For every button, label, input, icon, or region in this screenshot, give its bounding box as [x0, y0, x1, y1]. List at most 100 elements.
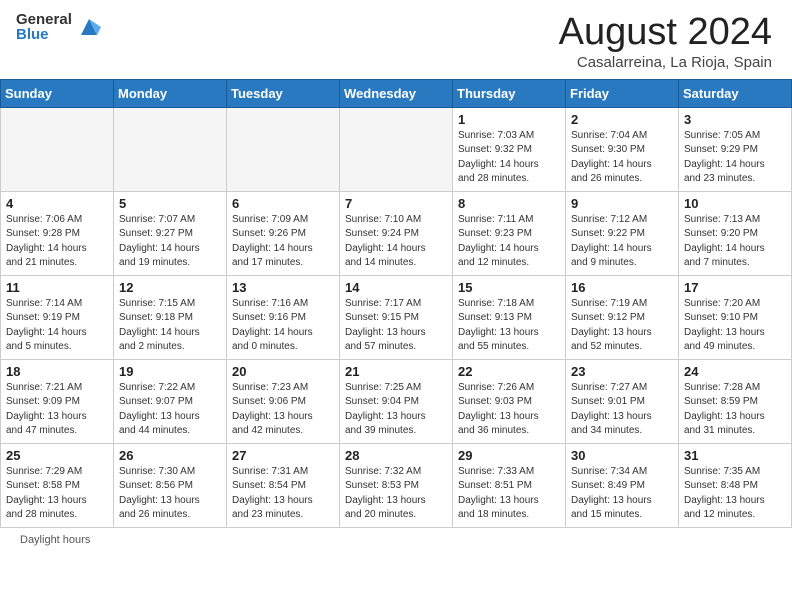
calendar-week-row: 4Sunrise: 7:06 AM Sunset: 9:28 PM Daylig… [1, 191, 792, 275]
day-info: Sunrise: 7:10 AM Sunset: 9:24 PM Dayligh… [345, 213, 447, 271]
calendar-cell: 28 Sunrise: 7:32 AM Sunset: 8:53 PM Dayli… [340, 443, 453, 527]
logo-blue: Blue [16, 27, 72, 42]
calendar-cell: 31Sunrise: 7:35 AM Sunset: 8:48 PM Dayli… [679, 443, 792, 527]
title-block: August 2024 Casalarreina, La Rioja, Spai… [559, 12, 772, 71]
day-number: 20 [232, 364, 334, 379]
logo: General Blue [16, 12, 103, 42]
calendar-cell: 1Sunrise: 7:03 AM Sunset: 9:32 PM Daylig… [453, 107, 566, 191]
day-info: Sunrise: 7:25 AM Sunset: 9:04 PM Dayligh… [345, 381, 447, 439]
location: Casalarreina, La Rioja, Spain [559, 54, 772, 71]
calendar-cell: 4Sunrise: 7:06 AM Sunset: 9:28 PM Daylig… [1, 191, 114, 275]
page-container: General Blue August 2024 Casalarreina, L… [0, 0, 792, 612]
weekday-header: Friday [566, 79, 679, 107]
day-number: 15 [458, 280, 560, 295]
calendar-cell: 5 Sunrise: 7:07 AM Sunset: 9:27 PM Daylig… [114, 191, 227, 275]
day-number: 14 [345, 280, 447, 295]
calendar-cell: 12 Sunrise: 7:15 AM Sunset: 9:18 PM Dayli… [114, 275, 227, 359]
day-info: Sunrise: 7:20 AM Sunset: 9:10 PM Dayligh… [684, 297, 786, 355]
day-info: Sunrise: 7:28 AM Sunset: 8:59 PM Dayligh… [684, 381, 786, 439]
calendar-cell: 18Sunrise: 7:21 AM Sunset: 9:09 PM Dayli… [1, 359, 114, 443]
day-number: 29 [458, 448, 560, 463]
day-number: 27 [232, 448, 334, 463]
day-info: Sunrise: 7:29 AM Sunset: 8:58 PM Dayligh… [6, 465, 108, 523]
day-info: Sunrise: 7:35 AM Sunset: 8:48 PM Dayligh… [684, 465, 786, 523]
weekday-header: Thursday [453, 79, 566, 107]
day-info: Sunrise: 7:11 AM Sunset: 9:23 PM Dayligh… [458, 213, 560, 271]
calendar-cell: 2 Sunrise: 7:04 AM Sunset: 9:30 PM Daylig… [566, 107, 679, 191]
day-info: Sunrise: 7:33 AM Sunset: 8:51 PM Dayligh… [458, 465, 560, 523]
day-number: 8 [458, 196, 560, 211]
day-info: Sunrise: 7:07 AM Sunset: 9:27 PM Dayligh… [119, 213, 221, 271]
day-number: 28 [345, 448, 447, 463]
day-number: 19 [119, 364, 221, 379]
day-number: 9 [571, 196, 673, 211]
calendar-cell: 3Sunrise: 7:05 AM Sunset: 9:29 PM Daylig… [679, 107, 792, 191]
day-number: 10 [684, 196, 786, 211]
day-info: Sunrise: 7:23 AM Sunset: 9:06 PM Dayligh… [232, 381, 334, 439]
day-info: Sunrise: 7:19 AM Sunset: 9:12 PM Dayligh… [571, 297, 673, 355]
calendar-week-row: 25 Sunrise: 7:29 AM Sunset: 8:58 PM Dayli… [1, 443, 792, 527]
calendar-cell: 8 Sunrise: 7:11 AM Sunset: 9:23 PM Daylig… [453, 191, 566, 275]
weekday-header: Tuesday [227, 79, 340, 107]
calendar-cell: 16Sunrise: 7:19 AM Sunset: 9:12 PM Dayli… [566, 275, 679, 359]
day-info: Sunrise: 7:17 AM Sunset: 9:15 PM Dayligh… [345, 297, 447, 355]
logo-general: General [16, 12, 72, 27]
calendar-cell: 23 Sunrise: 7:27 AM Sunset: 9:01 PM Dayli… [566, 359, 679, 443]
day-info: Sunrise: 7:14 AM Sunset: 9:19 PM Dayligh… [6, 297, 108, 355]
calendar-cell: 6 Sunrise: 7:09 AM Sunset: 9:26 PM Daylig… [227, 191, 340, 275]
day-number: 5 [119, 196, 221, 211]
day-number: 3 [684, 112, 786, 127]
calendar-cell [1, 107, 114, 191]
day-info: Sunrise: 7:30 AM Sunset: 8:56 PM Dayligh… [119, 465, 221, 523]
calendar-cell: 15 Sunrise: 7:18 AM Sunset: 9:13 PM Dayli… [453, 275, 566, 359]
day-number: 25 [6, 448, 108, 463]
calendar-cell [114, 107, 227, 191]
weekday-header: Monday [114, 79, 227, 107]
calendar-week-row: 18Sunrise: 7:21 AM Sunset: 9:09 PM Dayli… [1, 359, 792, 443]
weekday-header-row: SundayMondayTuesdayWednesdayThursdayFrid… [1, 79, 792, 107]
day-number: 2 [571, 112, 673, 127]
day-number: 24 [684, 364, 786, 379]
day-number: 17 [684, 280, 786, 295]
calendar-cell: 20 Sunrise: 7:23 AM Sunset: 9:06 PM Dayli… [227, 359, 340, 443]
day-number: 11 [6, 280, 108, 295]
day-info: Sunrise: 7:32 AM Sunset: 8:53 PM Dayligh… [345, 465, 447, 523]
day-number: 6 [232, 196, 334, 211]
header: General Blue August 2024 Casalarreina, L… [0, 0, 792, 79]
day-info: Sunrise: 7:15 AM Sunset: 9:18 PM Dayligh… [119, 297, 221, 355]
calendar-week-row: 11 Sunrise: 7:14 AM Sunset: 9:19 PM Dayli… [1, 275, 792, 359]
footer: Daylight hours [0, 528, 792, 552]
calendar-cell [227, 107, 340, 191]
day-info: Sunrise: 7:27 AM Sunset: 9:01 PM Dayligh… [571, 381, 673, 439]
calendar-cell: 17 Sunrise: 7:20 AM Sunset: 9:10 PM Dayli… [679, 275, 792, 359]
day-info: Sunrise: 7:21 AM Sunset: 9:09 PM Dayligh… [6, 381, 108, 439]
daylight-label: Daylight hours [20, 534, 90, 546]
day-info: Sunrise: 7:26 AM Sunset: 9:03 PM Dayligh… [458, 381, 560, 439]
calendar-cell: 11 Sunrise: 7:14 AM Sunset: 9:19 PM Dayli… [1, 275, 114, 359]
calendar-cell: 13Sunrise: 7:16 AM Sunset: 9:16 PM Dayli… [227, 275, 340, 359]
day-info: Sunrise: 7:22 AM Sunset: 9:07 PM Dayligh… [119, 381, 221, 439]
calendar-cell [340, 107, 453, 191]
calendar-cell: 24 Sunrise: 7:28 AM Sunset: 8:59 PM Dayli… [679, 359, 792, 443]
day-info: Sunrise: 7:31 AM Sunset: 8:54 PM Dayligh… [232, 465, 334, 523]
day-info: Sunrise: 7:04 AM Sunset: 9:30 PM Dayligh… [571, 129, 673, 187]
day-info: Sunrise: 7:18 AM Sunset: 9:13 PM Dayligh… [458, 297, 560, 355]
day-number: 30 [571, 448, 673, 463]
day-number: 12 [119, 280, 221, 295]
calendar-cell: 21 Sunrise: 7:25 AM Sunset: 9:04 PM Dayli… [340, 359, 453, 443]
calendar-cell: 10 Sunrise: 7:13 AM Sunset: 9:20 PM Dayli… [679, 191, 792, 275]
calendar-cell: 27 Sunrise: 7:31 AM Sunset: 8:54 PM Dayli… [227, 443, 340, 527]
day-number: 22 [458, 364, 560, 379]
day-number: 13 [232, 280, 334, 295]
day-info: Sunrise: 7:34 AM Sunset: 8:49 PM Dayligh… [571, 465, 673, 523]
calendar-cell: 14 Sunrise: 7:17 AM Sunset: 9:15 PM Dayli… [340, 275, 453, 359]
day-number: 21 [345, 364, 447, 379]
day-number: 26 [119, 448, 221, 463]
weekday-header: Sunday [1, 79, 114, 107]
calendar-cell: 29 Sunrise: 7:33 AM Sunset: 8:51 PM Dayli… [453, 443, 566, 527]
month-title: August 2024 [559, 12, 772, 54]
day-number: 23 [571, 364, 673, 379]
day-info: Sunrise: 7:13 AM Sunset: 9:20 PM Dayligh… [684, 213, 786, 271]
day-number: 4 [6, 196, 108, 211]
day-info: Sunrise: 7:09 AM Sunset: 9:26 PM Dayligh… [232, 213, 334, 271]
